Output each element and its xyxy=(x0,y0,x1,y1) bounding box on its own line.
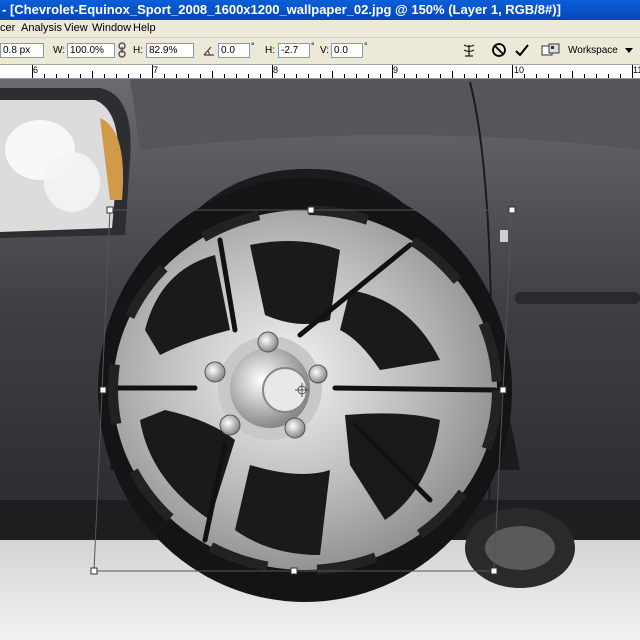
menu-bar: cer Analysis View Window Help xyxy=(0,20,640,38)
ruler-label: 8 xyxy=(273,65,279,75)
rotate-angle-field[interactable]: 0.0 xyxy=(218,43,250,58)
skew-v-degree-symbol: ° xyxy=(364,41,368,51)
height-field[interactable]: 82.9% xyxy=(146,43,194,58)
ruler-label: 10 xyxy=(514,65,525,75)
ruler-label: 11 xyxy=(633,65,640,75)
skew-h-label: H: xyxy=(265,45,275,56)
menu-help[interactable]: Help xyxy=(133,20,156,37)
workspace-menu[interactable]: Workspace xyxy=(568,42,636,59)
menu-filter[interactable]: cer xyxy=(0,20,15,37)
ruler-ticks xyxy=(32,65,633,78)
chevron-down-icon xyxy=(624,47,633,53)
menu-analysis[interactable]: Analysis xyxy=(21,20,62,37)
width-field[interactable]: 100.0% xyxy=(67,43,115,58)
menu-window[interactable]: Window xyxy=(92,20,131,37)
warp-icon[interactable] xyxy=(461,42,477,61)
angle-degree-symbol: ° xyxy=(251,41,255,51)
ruler-label: 6 xyxy=(33,65,39,75)
window-title: - [Chevrolet-Equinox_Sport_2008_1600x120… xyxy=(2,2,561,17)
link-icon[interactable] xyxy=(118,42,126,61)
transform-options-bar: 0.8 px W: 100.0% H: 82.9% 0.0 ° H: -2.7 … xyxy=(0,38,640,65)
skew-h-field[interactable]: -2.7 xyxy=(278,43,310,58)
palette-icon[interactable] xyxy=(541,42,561,61)
workspace-label: Workspace xyxy=(568,45,618,56)
skew-v-field[interactable]: 0.0 xyxy=(331,43,363,58)
car-photo xyxy=(0,79,640,640)
x-position-field[interactable]: 0.8 px xyxy=(0,43,44,58)
skew-h-degree-symbol: ° xyxy=(311,41,315,51)
angle-icon xyxy=(203,45,215,59)
ruler-label: 9 xyxy=(393,65,399,75)
commit-icon[interactable] xyxy=(514,42,530,61)
width-label: W: xyxy=(53,45,66,56)
document-canvas[interactable] xyxy=(0,79,640,640)
skew-v-label: V: xyxy=(320,45,330,56)
height-label: H: xyxy=(133,45,143,56)
horizontal-ruler[interactable]: 6 7 8 9 10 11 xyxy=(0,65,640,79)
window-title-bar: - [Chevrolet-Equinox_Sport_2008_1600x120… xyxy=(0,0,640,20)
menu-view[interactable]: View xyxy=(64,20,88,37)
ruler-label: 7 xyxy=(153,65,159,75)
cancel-icon[interactable] xyxy=(491,42,507,61)
